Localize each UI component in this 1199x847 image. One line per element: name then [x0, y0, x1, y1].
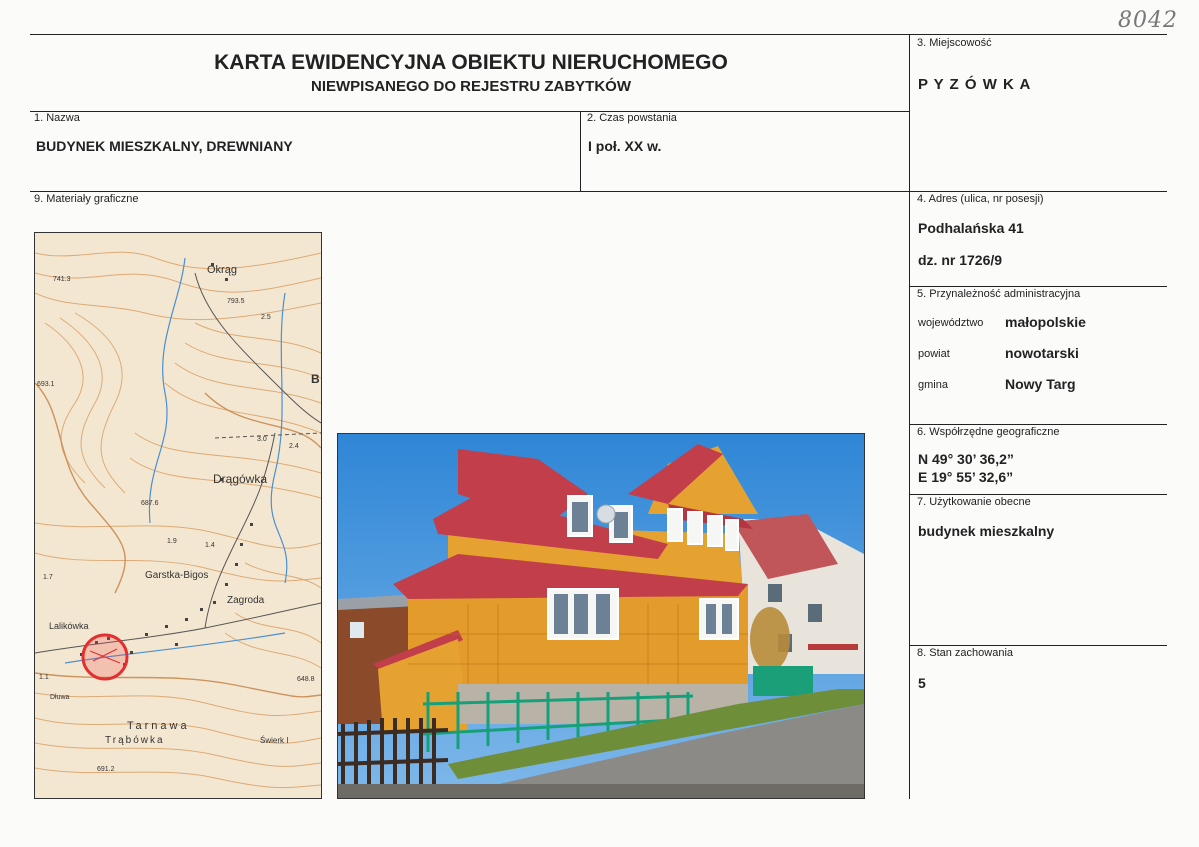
field-label-graphics: 9. Materiały graficzne [34, 193, 139, 205]
field-value-lon: E 19° 55’ 32,6” [918, 469, 1014, 485]
map-num-2: 2.5 [261, 314, 271, 321]
map-num-3: 693.1 [37, 381, 55, 388]
row-divider-coords [909, 424, 1167, 425]
field-label-locality: 3. Miejscowość [917, 37, 992, 49]
map-num-7: 1.9 [167, 538, 177, 545]
map-num-4: 3.0 [257, 436, 267, 443]
document-subtitle: NIEWPISANEGO DO REJESTRU ZABYTKÓW [310, 78, 632, 95]
map-num-9: 1.7 [43, 574, 53, 581]
map-label-lalikowka: Lalikówka [49, 621, 89, 631]
field-value-use: budynek mieszkalny [918, 523, 1055, 539]
top-border-line [30, 34, 1167, 35]
map-label-dluwa: Dłuwa [50, 694, 70, 701]
map-num-10: 648.8 [297, 676, 315, 683]
location-marker [81, 633, 129, 681]
field-value-street: Podhalańska 41 [918, 220, 1024, 236]
map-label-trabowka: Trąbówka [105, 735, 165, 746]
field-value-time: I poł. XX w. [588, 138, 662, 154]
row-divider-1 [30, 111, 909, 112]
row-divider-state [909, 645, 1167, 646]
admin-key-county: powiat [918, 348, 950, 360]
field-value-lat: N 49° 30’ 36,2” [918, 451, 1014, 467]
admin-value-commune: Nowy Targ [1005, 376, 1076, 392]
column-divider-right [909, 34, 910, 799]
field-value-name: BUDYNEK MIESZKALNY, DREWNIANY [36, 138, 293, 154]
map-label-okrag: Okrąg [207, 264, 237, 276]
map-drawing: Okrąg Drągówka Garstka-Bigos Zagroda Lal… [35, 233, 321, 798]
column-divider-mid [580, 111, 581, 191]
admin-value-county: nowotarski [1005, 345, 1079, 361]
field-label-address: 4. Adres (ulica, nr posesji) [917, 193, 1044, 205]
row-divider-2 [30, 191, 1167, 192]
field-label-state: 8. Stan zachowania [917, 647, 1014, 659]
field-label-name: 1. Nazwa [34, 112, 80, 124]
map-label-swierk: Świerk I [260, 736, 288, 745]
map-num-8: 1.4 [205, 542, 215, 549]
admin-key-commune: gmina [918, 379, 948, 391]
map-label-dragowka: Drągówka [213, 472, 267, 486]
handwritten-archive-number: 8042 [1118, 8, 1178, 33]
map-label-zagroda: Zagroda [227, 595, 265, 606]
photo-drawing [338, 434, 864, 798]
map-num-1: 793.5 [227, 298, 245, 305]
map-num-11: 691.2 [97, 766, 115, 773]
map-label-garstka: Garstka-Bigos [145, 570, 208, 581]
map-num-6: 687.6 [141, 500, 159, 507]
building-photo [337, 433, 865, 799]
field-label-use: 7. Użytkowanie obecne [917, 496, 1031, 508]
field-label-time: 2. Czas powstania [587, 112, 677, 124]
map-num-5: 2.4 [289, 443, 299, 450]
topographic-map: Okrąg Drągówka Garstka-Bigos Zagroda Lal… [34, 232, 322, 799]
admin-key-voivodeship: województwo [918, 317, 984, 329]
admin-value-voivodeship: małopolskie [1005, 314, 1086, 330]
row-divider-use [909, 494, 1167, 495]
map-num-12: 1.1 [39, 674, 49, 681]
field-value-plot: dz. nr 1726/9 [918, 252, 1003, 268]
document-title: KARTA EWIDENCYJNA OBIEKTU NIERUCHOMEGO [214, 51, 728, 74]
field-label-coords: 6. Współrzędne geograficzne [917, 426, 1060, 438]
tree [750, 607, 790, 671]
map-num-0: 741.3 [53, 276, 71, 283]
field-label-admin: 5. Przynależność administracyjna [917, 288, 1081, 300]
map-label-tarnawa: Tarnawa [127, 720, 190, 732]
svg-text:B: B [311, 372, 320, 386]
field-value-state: 5 [918, 675, 926, 691]
field-value-locality: P Y Z Ó W K A [918, 76, 1032, 93]
row-divider-addr [909, 286, 1167, 287]
